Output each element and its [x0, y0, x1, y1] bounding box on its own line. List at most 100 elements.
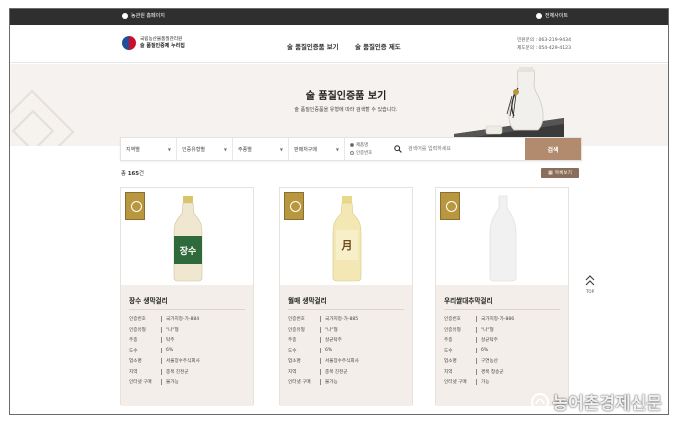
detail-row: 지역 경북 청송군 [444, 367, 514, 378]
detail-value: 가능 [476, 379, 489, 386]
svg-text:장수: 장수 [180, 245, 197, 257]
all-sites-link[interactable]: 전체사이트 [535, 12, 568, 19]
logo-line2: 술 품질인증제 누리집 [140, 42, 185, 49]
detail-value: 충북 진천군 [320, 368, 348, 375]
detail-row: 지역 충북 진천군 [288, 367, 359, 378]
product-card[interactable]: 우리쌀대추막걸리 인증번호 국가지정-가-886 인증유형 "나"형 주종 살균탁주 … [435, 187, 569, 406]
globe-icon [535, 12, 542, 19]
header: 국립농산물품질관리원 술 품질인증제 누리집 술 품질인증품 보기 술 품질인증… [10, 25, 668, 63]
logo-emblem-icon [122, 36, 136, 50]
product-image: 月 [280, 188, 412, 285]
detail-value: 불가능 [320, 379, 338, 386]
contact-line: 제도문의 : 054-429-4123 [517, 46, 571, 51]
product-card[interactable]: 장수 장수 생막걸리 인증번호 국가지정-가-884 인증유형 "나"형 주종 탁주 … [120, 187, 254, 406]
svg-text:月: 月 [341, 239, 353, 252]
top-bar: 농관원 홈페이지 전체사이트 [10, 9, 668, 25]
detail-key: 인증번호 [288, 317, 305, 323]
search-type-radios: 제품명 인증번호 [345, 138, 391, 160]
product-image: 장수 [121, 188, 253, 285]
detail-key: 주종 [288, 338, 297, 344]
chevron-down-icon: ▼ [167, 146, 171, 152]
detail-key: 도수 [444, 348, 453, 354]
detail-key: 인증유형 [444, 327, 461, 333]
page-frame: 농관원 홈페이지 전체사이트 국립농산물품질관리원 술 품질인증제 누리집 술 … [9, 8, 669, 415]
detail-value: 국가지정-가-885 [320, 316, 358, 323]
newspaper-logo-icon [530, 392, 549, 411]
search-button[interactable]: 검색 [525, 138, 581, 160]
radio-unselected-icon [350, 151, 354, 155]
product-info: 월매 생막걸리 인증번호 국가지정-가-885 인증유형 "나"형 주종 살균탁주 도… [280, 285, 412, 406]
detail-key: 인터넷 구매 [444, 380, 467, 386]
home-icon [122, 12, 128, 19]
detail-row: 주종 탁주 [129, 335, 200, 346]
detail-row: 인증번호 국가지정-가-886 [444, 314, 514, 325]
radio-selected-icon [350, 143, 354, 147]
detail-row: 인증번호 국가지정-가-885 [288, 314, 359, 325]
detail-value: "나"형 [476, 326, 494, 333]
detail-key: 업소명 [288, 359, 301, 365]
product-bottle-image: 장수 [173, 196, 203, 282]
divider [444, 309, 560, 310]
detail-row: 인터넷 구매 가능 [444, 377, 514, 388]
chevron-down-icon: ▼ [223, 146, 227, 152]
product-details: 인증번호 국가지정-가-884 인증유형 "나"형 주종 탁주 도수 6% 업소명 서울장… [129, 314, 200, 388]
detail-row: 업소명 서울장수주식회사 [129, 356, 200, 367]
contact-info: 민원문의 : 063-219-9434 제도문의 : 054-429-4123 [517, 37, 571, 53]
detail-key: 지역 [288, 369, 297, 375]
detail-value: 살균탁주 [320, 337, 342, 344]
detail-key: 인증유형 [288, 327, 305, 333]
nav-certified-products[interactable]: 술 품질인증품 보기 [287, 42, 339, 51]
newspaper-name: 농어촌경제신문 [552, 394, 662, 414]
detail-key: 인터넷 구매 [288, 380, 311, 386]
detail-value: 충북 진천군 [161, 368, 189, 375]
homepage-link[interactable]: 농관원 홈페이지 [122, 12, 165, 19]
site-logo[interactable]: 국립농산물품질관리원 술 품질인증제 누리집 [122, 36, 185, 50]
nav-certification-system[interactable]: 술 품질인증 제도 [355, 42, 401, 51]
detail-value: 서울장수주식회사 [161, 358, 200, 365]
count-suffix: 건 [138, 171, 144, 177]
detail-key: 도수 [288, 348, 297, 354]
product-name: 월매 생막걸리 [288, 297, 327, 305]
product-info: 장수 생막걸리 인증번호 국가지정-가-884 인증유형 "나"형 주종 탁주 도수 6… [121, 285, 253, 406]
certification-badge-icon [284, 192, 304, 220]
detail-row: 업소명 서울장수주식회사 [288, 356, 359, 367]
detail-key: 주종 [129, 338, 138, 344]
list-view-button[interactable]: ▦ 목록보기 [541, 168, 579, 178]
list-view-label: 목록보기 [554, 171, 572, 176]
detail-value: "나"형 [161, 326, 179, 333]
detail-value: "나"형 [320, 326, 338, 333]
search-input[interactable] [405, 138, 525, 160]
search-bar: 지역별 ▼ 인증유형별 ▼ 주종별 ▼ 판매처구매 ▼ 제품명 인증번호 검색어… [120, 137, 582, 161]
region-filter-select[interactable]: 지역별 ▼ [121, 138, 177, 160]
detail-value: 불가능 [161, 379, 179, 386]
search-icon [391, 138, 405, 160]
detail-key: 주종 [444, 338, 453, 344]
region-filter-label: 지역별 [126, 146, 140, 153]
product-image [436, 188, 568, 285]
detail-key: 인증번호 [129, 317, 146, 323]
certification-badge-icon [125, 192, 145, 220]
detail-row: 지역 충북 진천군 [129, 367, 200, 378]
radio-product-name[interactable]: 제품명 [350, 142, 391, 148]
count-value: 165 [127, 171, 139, 177]
detail-key: 업소명 [444, 359, 457, 365]
divider [288, 309, 404, 310]
detail-value: 탁주 [161, 337, 174, 344]
purchase-filter-select[interactable]: 판매처구매 ▼ [289, 138, 345, 160]
purchase-filter-label: 판매처구매 [294, 146, 318, 153]
product-name: 장수 생막걸리 [129, 297, 168, 305]
product-card[interactable]: 月 월매 생막걸리 인증번호 국가지정-가-885 인증유형 "나"형 주종 살균탁주… [279, 187, 413, 406]
liquor-type-filter-select[interactable]: 주종별 ▼ [233, 138, 289, 160]
certification-badge-icon [440, 192, 460, 220]
contact-line: 민원문의 : 063-219-9434 [517, 38, 571, 43]
product-info: 우리쌀대추막걸리 인증번호 국가지정-가-886 인증유형 "나"형 주종 살균탁주 … [436, 285, 568, 406]
detail-key: 인증유형 [129, 327, 146, 333]
scroll-top-button[interactable]: TOP [585, 274, 595, 294]
cert-type-filter-select[interactable]: 인증유형별 ▼ [177, 138, 233, 160]
radio-cert-number[interactable]: 인증번호 [350, 150, 391, 156]
scroll-top-label: TOP [585, 289, 594, 294]
result-count: 총 165건 [121, 169, 144, 177]
detail-row: 도수 6% [288, 346, 359, 357]
cert-type-filter-label: 인증유형별 [182, 146, 206, 153]
detail-row: 인증유형 "나"형 [288, 325, 359, 336]
